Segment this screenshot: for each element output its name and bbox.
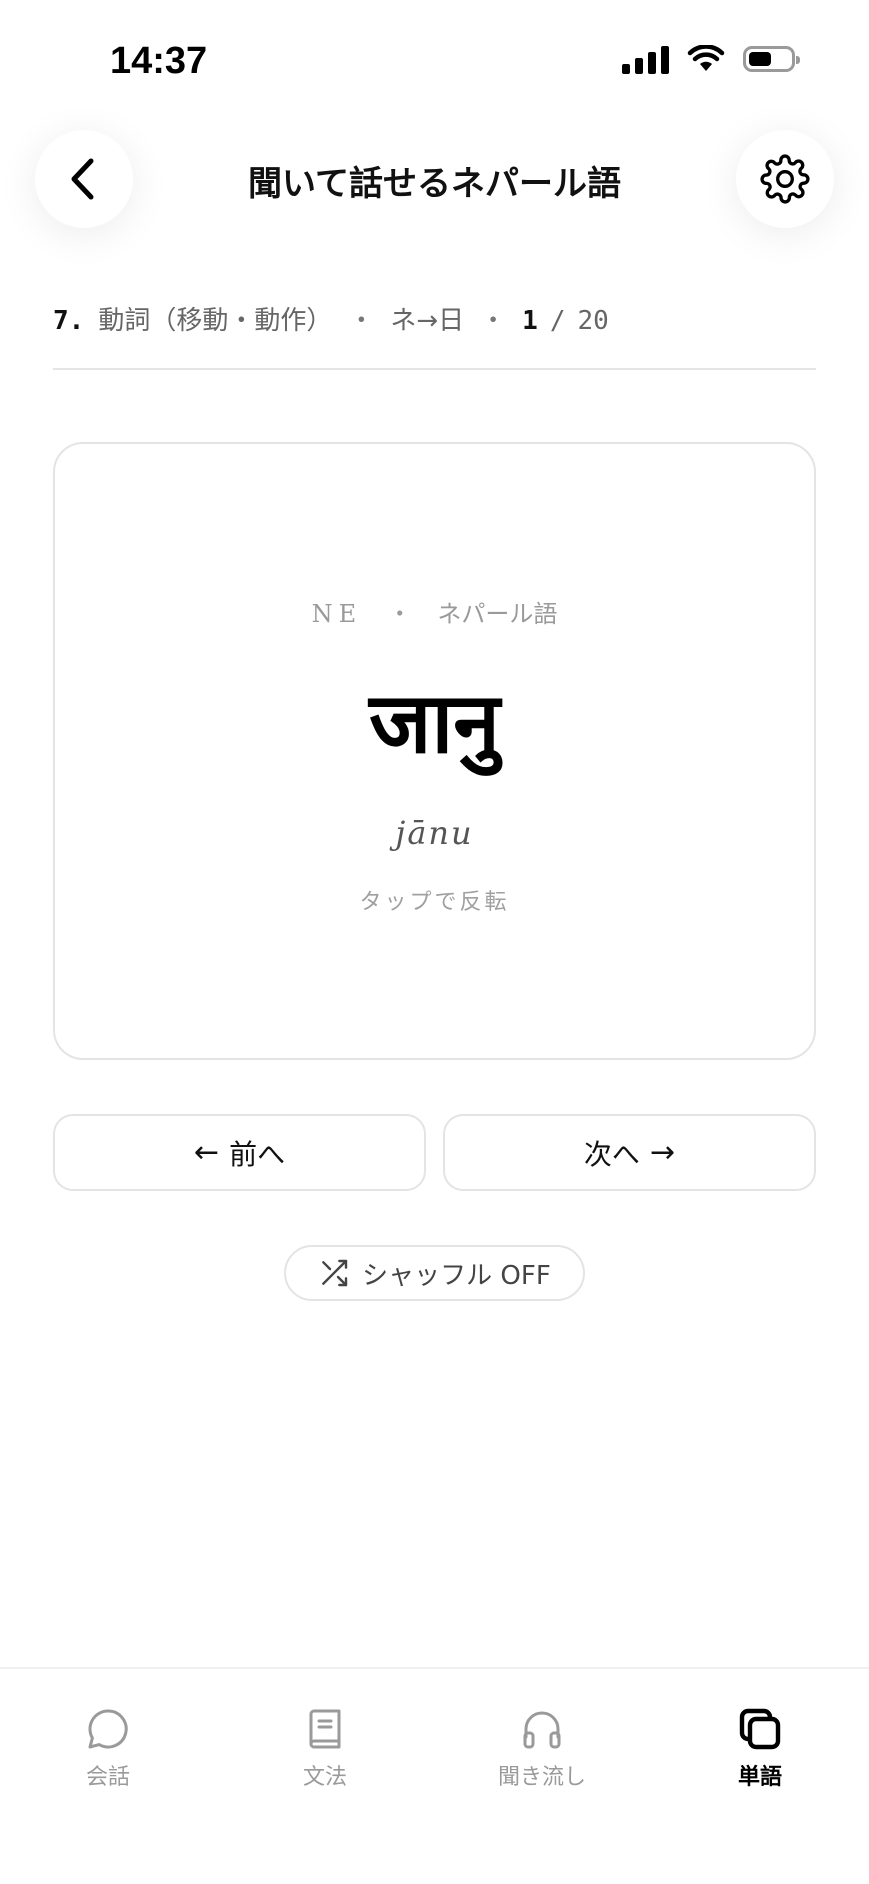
headphones-icon bbox=[523, 1711, 561, 1749]
card-language: NE ・ ネパール語 bbox=[55, 594, 814, 629]
breadcrumb-separator: ・ bbox=[348, 306, 375, 336]
card-counter-current: 1 bbox=[522, 306, 538, 336]
lesson-name: 動詞（移動・動作） bbox=[98, 306, 333, 336]
arrow-right-icon: → bbox=[649, 1135, 676, 1170]
next-button-label: 次へ bbox=[583, 1137, 640, 1171]
prev-button[interactable]: ← 前へ bbox=[53, 1114, 426, 1191]
tab-conversation[interactable]: 会話 bbox=[28, 1705, 188, 1791]
card-counter-slash: / bbox=[549, 306, 566, 336]
card-transliteration: jānu bbox=[395, 814, 474, 852]
card-counter-total: 20 bbox=[577, 306, 609, 336]
lesson-number: 7. bbox=[53, 306, 85, 336]
tab-label: 単語 bbox=[737, 1765, 782, 1790]
settings-button[interactable] bbox=[736, 130, 834, 228]
tab-label: 会話 bbox=[85, 1765, 130, 1790]
gear-icon bbox=[760, 154, 810, 204]
tab-grammar[interactable]: 文法 bbox=[245, 1705, 405, 1791]
next-button[interactable]: 次へ → bbox=[443, 1114, 816, 1191]
cellular-signal-icon bbox=[622, 44, 669, 74]
language-code: NE bbox=[311, 600, 363, 628]
language-separator: ・ bbox=[387, 600, 412, 628]
status-time: 14:37 bbox=[110, 40, 208, 82]
shuffle-label: シャッフル OFF bbox=[362, 1260, 551, 1291]
prev-button-label: 前へ bbox=[229, 1137, 286, 1171]
language-name: ネパール語 bbox=[437, 600, 558, 628]
shuffle-icon bbox=[322, 1259, 348, 1287]
flashcard[interactable]: NE ・ ネパール語 जानु jānu タップで反転 bbox=[53, 442, 816, 1060]
wifi-icon bbox=[687, 45, 725, 71]
battery-icon bbox=[743, 46, 800, 72]
breadcrumb: 7. 動詞（移動・動作） ・ ネ→日 ・ 1 / 20 bbox=[53, 300, 609, 337]
card-word: जानु bbox=[369, 674, 500, 772]
tab-label: 文法 bbox=[302, 1765, 347, 1790]
tab-listening[interactable]: 聞き流し bbox=[462, 1705, 622, 1791]
tab-label: 聞き流し bbox=[497, 1765, 586, 1790]
breadcrumb-separator: ・ bbox=[480, 306, 507, 336]
card-flip-hint: タップで反転 bbox=[359, 890, 510, 915]
book-icon bbox=[309, 1709, 341, 1749]
tab-bar: 会話 文法 聞き流し 単語 bbox=[0, 1667, 869, 1884]
direction-label: ネ→日 bbox=[390, 306, 465, 336]
shuffle-toggle[interactable]: シャッフル OFF bbox=[284, 1245, 585, 1301]
divider bbox=[53, 368, 816, 370]
arrow-left-icon: ← bbox=[193, 1135, 220, 1170]
cards-icon bbox=[739, 1708, 781, 1750]
chat-bubble-icon bbox=[88, 1709, 128, 1749]
tab-vocabulary[interactable]: 単語 bbox=[680, 1705, 840, 1791]
status-icons bbox=[622, 44, 800, 74]
